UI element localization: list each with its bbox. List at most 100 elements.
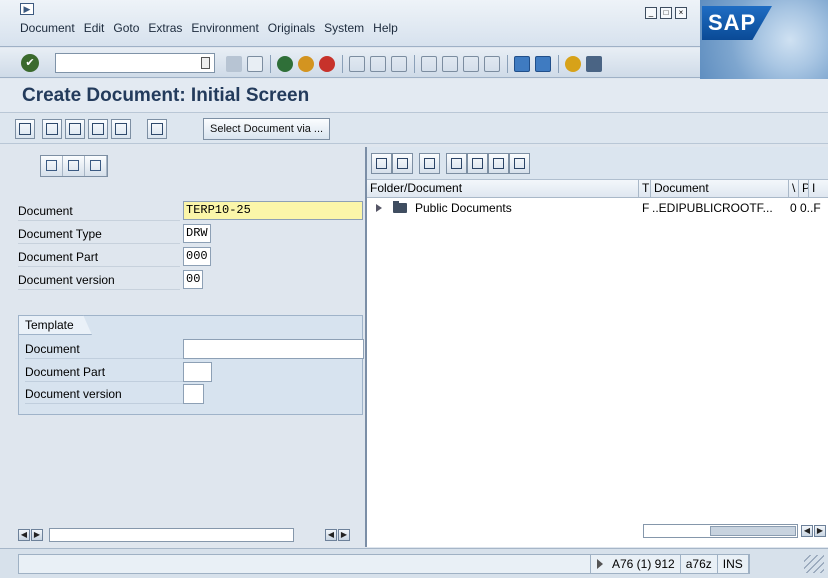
pencil-icon: [69, 123, 81, 135]
tree-columns-menu-button[interactable]: [509, 153, 530, 174]
change-button[interactable]: [65, 119, 85, 139]
tree-print-button[interactable]: [446, 153, 467, 174]
doc-type-label: Document Type: [18, 224, 180, 244]
back-arrow-icon[interactable]: [226, 56, 242, 72]
back-icon[interactable]: [277, 56, 293, 72]
doc-part-field[interactable]: 000: [183, 247, 211, 266]
close-icon[interactable]: ×: [675, 7, 687, 19]
menu-document[interactable]: Document: [20, 21, 75, 35]
tree-columns-button[interactable]: [488, 153, 509, 174]
overview-button[interactable]: [15, 119, 35, 139]
find-icon[interactable]: [370, 56, 386, 72]
horizontal-scrollbar[interactable]: [49, 528, 294, 542]
status-toggle-icon[interactable]: [597, 559, 603, 569]
menu-help[interactable]: Help: [373, 21, 398, 35]
toolbar-separator: [414, 55, 415, 73]
tree-node-type: F: [642, 201, 650, 215]
display-button[interactable]: [88, 119, 108, 139]
template-doc-part-label: Document Part: [25, 362, 185, 382]
minimize-icon[interactable]: _: [645, 7, 657, 19]
mini-change-button[interactable]: [63, 156, 85, 176]
first-page-icon[interactable]: [421, 56, 437, 72]
scrollbar-thumb[interactable]: [710, 526, 796, 536]
tree-print-menu-button[interactable]: [467, 153, 488, 174]
tree-row[interactable]: Public Documents F ..EDIPUBLICROOTF... 0…: [367, 199, 828, 217]
cancel-icon[interactable]: [319, 56, 335, 72]
tree-find-button[interactable]: [419, 153, 440, 174]
select-document-button[interactable]: Select Document via ...: [203, 118, 331, 140]
find-button[interactable]: [111, 119, 131, 139]
dropdown-icon: [514, 158, 525, 169]
system-menu-icon[interactable]: ▶: [20, 3, 34, 15]
tree-scroll-left-button[interactable]: ◀: [801, 525, 813, 537]
column-header-col6[interactable]: I: [809, 180, 828, 198]
layout-menu-icon[interactable]: [586, 56, 602, 72]
command-field: [55, 53, 215, 73]
left-pane: Document TERP10-25 Document Type DRW Doc…: [0, 145, 364, 547]
scroll-left-button[interactable]: ◀: [18, 529, 30, 541]
template-doc-part-field[interactable]: [183, 362, 212, 382]
column-header-document[interactable]: Document: [651, 180, 789, 198]
mini-display-button[interactable]: [85, 156, 107, 176]
template-document-field[interactable]: [183, 339, 364, 359]
standard-toolbar: ✔: [0, 48, 700, 78]
menu-originals[interactable]: Originals: [268, 21, 315, 35]
status-mode[interactable]: INS: [718, 555, 749, 573]
expand-icon: [376, 158, 387, 169]
doc-type-field[interactable]: DRW: [183, 224, 211, 243]
tree-horizontal-scrollbar[interactable]: [643, 524, 798, 538]
column-header-col5[interactable]: P: [799, 180, 809, 198]
template-tab: Template: [18, 315, 92, 335]
column-header-type[interactable]: T: [639, 180, 651, 198]
shortcut-icon[interactable]: [535, 56, 551, 72]
glasses-icon: [92, 123, 104, 135]
previous-page-icon[interactable]: [442, 56, 458, 72]
next-page-icon[interactable]: [463, 56, 479, 72]
print-icon: [451, 158, 462, 169]
scroll-left-button-2[interactable]: ◀: [325, 529, 337, 541]
folder-icon: [393, 201, 407, 213]
mini-create-button[interactable]: [41, 156, 63, 176]
menu-system[interactable]: System: [324, 21, 364, 35]
resize-grip-icon[interactable]: [804, 555, 824, 573]
document-field[interactable]: TERP10-25: [183, 201, 363, 220]
template-doc-version-field[interactable]: [183, 384, 204, 404]
expand-button[interactable]: [371, 153, 392, 174]
collapse-button[interactable]: [392, 153, 413, 174]
menu-environment[interactable]: Environment: [191, 21, 258, 35]
print-icon[interactable]: [349, 56, 365, 72]
command-history-icon[interactable]: [201, 57, 210, 69]
last-page-icon[interactable]: [484, 56, 500, 72]
tree-node-extra: 0 0..F: [790, 201, 821, 215]
scroll-right-button[interactable]: ▶: [31, 529, 43, 541]
dropdown-icon: [472, 158, 483, 169]
maximize-icon[interactable]: □: [660, 7, 672, 19]
command-input[interactable]: [56, 54, 194, 72]
tree-scroll-right-button[interactable]: ▶: [814, 525, 826, 537]
tree-node-document: ..EDIPUBLICROOTF...: [652, 201, 773, 215]
menu-edit[interactable]: Edit: [84, 21, 105, 35]
status-bar: A76 (1) 912 a76z INS: [0, 548, 828, 578]
doc-version-field[interactable]: 00: [183, 270, 203, 289]
create-button[interactable]: [42, 119, 62, 139]
column-header-folder[interactable]: Folder/Document: [367, 180, 639, 198]
status-info: A76 (1) 912 a76z INS: [590, 554, 750, 574]
exit-icon[interactable]: [298, 56, 314, 72]
template-doc-version-label: Document version: [25, 384, 185, 404]
menu-extras[interactable]: Extras: [148, 21, 182, 35]
navigate-button[interactable]: [147, 119, 167, 139]
column-header-col4[interactable]: \: [789, 180, 799, 198]
toolbar-separator: [342, 55, 343, 73]
scroll-right-button-2[interactable]: ▶: [338, 529, 350, 541]
mini-toolbar: [40, 155, 108, 177]
menu-goto[interactable]: Goto: [113, 21, 139, 35]
find-next-icon[interactable]: [391, 56, 407, 72]
help-icon[interactable]: [565, 56, 581, 72]
collapse-icon: [397, 158, 408, 169]
create-session-icon[interactable]: [514, 56, 530, 72]
toolbar-separator: [270, 55, 271, 73]
expand-node-icon[interactable]: [376, 204, 382, 212]
doc-version-label: Document version: [18, 270, 180, 290]
save-icon[interactable]: [247, 56, 263, 72]
enter-icon[interactable]: ✔: [21, 54, 39, 72]
